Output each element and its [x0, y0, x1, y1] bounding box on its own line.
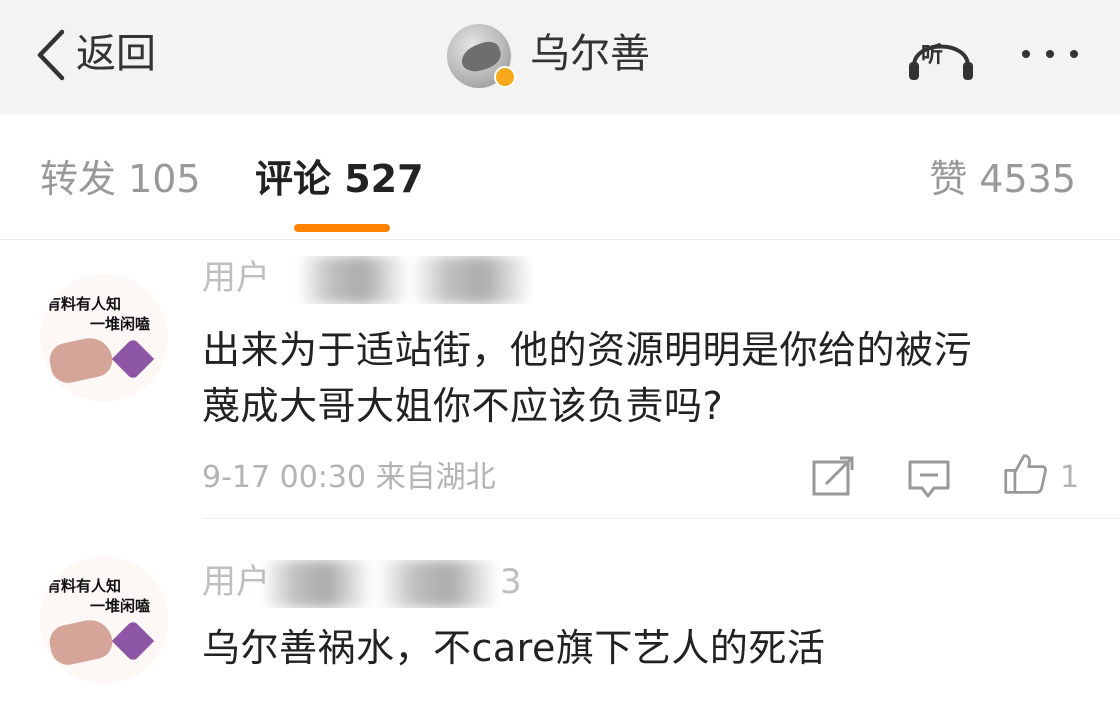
tab-bar: 转发 105 评论 527 赞 4535 — [0, 114, 1120, 240]
comment-meta: 9-17 00:30 来自湖北 — [202, 460, 496, 495]
avatar-caption: 有料有人知 — [46, 295, 122, 313]
comment-item: 有料有人知 一堆闲嗑 用户 3 乌尔善祸水，不care旗下艺人的死活 — [0, 520, 1120, 709]
back-button[interactable]: 返回 — [76, 30, 156, 78]
more-dots-icon[interactable] — [1018, 44, 1082, 64]
verified-badge-icon — [494, 66, 516, 88]
row-divider — [202, 518, 1120, 519]
avatar-caption: 一堆闲嗑 — [90, 315, 151, 333]
comment-text: 乌尔善祸水，不care旗下艺人的死活 — [202, 626, 826, 670]
tab-likes[interactable]: 赞 4535 — [929, 154, 1076, 204]
like-count: 1 — [1060, 460, 1080, 495]
commenter-avatar[interactable]: 有料有人知 一堆闲嗑 — [40, 556, 168, 684]
like-icon[interactable] — [1000, 452, 1050, 496]
active-tab-indicator — [294, 224, 390, 232]
reply-icon[interactable] — [906, 456, 952, 500]
tab-comments[interactable]: 评论 527 — [255, 154, 424, 204]
repost-icon[interactable] — [810, 456, 856, 500]
tab-reposts[interactable]: 转发 105 — [40, 154, 201, 204]
comment-text: 出来为于适站街，他的资源明明是你给的被污 蔑成大哥大姐你不应该负责吗? — [202, 328, 973, 428]
chevron-left-icon[interactable] — [34, 28, 68, 82]
listen-label: 听 — [921, 43, 944, 68]
author-name[interactable]: 乌尔善 — [530, 30, 650, 78]
commenter-name[interactable]: 用户 3 — [202, 560, 532, 608]
avatar-caption: 一堆闲嗑 — [90, 597, 151, 615]
comment-item: 有料有人知 一堆闲嗑 用户 出来为于适站街，他的资源明明是你给的被污 蔑成大哥大… — [0, 240, 1120, 520]
top-nav-bar: 返回 乌尔善 听 — [0, 0, 1120, 114]
commenter-avatar[interactable]: 有料有人知 一堆闲嗑 — [40, 274, 168, 402]
commenter-name[interactable]: 用户 — [202, 256, 532, 304]
avatar-caption: 有料有人知 — [46, 577, 122, 595]
